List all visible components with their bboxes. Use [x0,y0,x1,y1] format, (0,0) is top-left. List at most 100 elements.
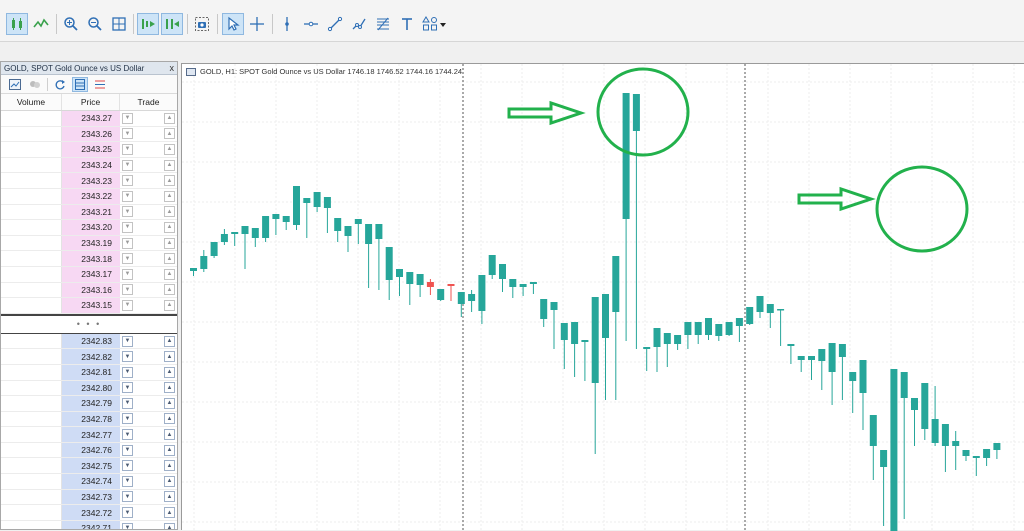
buy-arrow-icon[interactable]: ▲ [164,268,175,280]
price-column-header[interactable]: Price [62,94,120,110]
pitchfork-icon[interactable] [348,13,370,35]
dom-center-icon[interactable] [52,77,68,92]
bullish-candle[interactable] [468,294,476,301]
sell-arrow-icon[interactable]: ▼ [122,491,133,503]
bullish-candle[interactable] [499,264,506,279]
sell-arrow-icon[interactable]: ▼ [122,444,133,456]
bullish-candle[interactable] [457,292,465,304]
bullish-candle[interactable] [715,324,723,336]
bullish-candle[interactable] [519,284,527,287]
bullish-candle[interactable] [375,224,383,239]
bullish-candle[interactable] [725,322,733,335]
bullish-candle[interactable] [653,328,661,347]
bullish-candle[interactable] [849,372,857,381]
bullish-candle[interactable] [952,441,960,446]
bullish-candle[interactable] [365,224,373,244]
text-tool-icon[interactable] [396,13,418,35]
bullish-candle[interactable] [488,255,496,275]
buy-arrow-icon[interactable]: ▲ [164,460,175,472]
bullish-candle[interactable] [540,299,548,319]
bullish-candle[interactable] [241,226,249,234]
sell-arrow-icon[interactable]: ▼ [122,143,133,155]
sell-arrow-icon[interactable]: ▼ [122,221,133,233]
sell-arrow-icon[interactable]: ▼ [122,112,133,124]
sell-arrow-icon[interactable]: ▼ [122,268,133,280]
candlestick-chart[interactable] [182,64,1024,531]
bullish-candle[interactable] [674,335,682,344]
bullish-candle[interactable] [571,322,579,344]
bullish-candle[interactable] [632,94,640,131]
bullish-candle[interactable] [931,419,939,443]
buy-arrow-icon[interactable]: ▲ [164,444,175,456]
sell-arrow-icon[interactable]: ▼ [122,460,133,472]
buy-arrow-icon[interactable]: ▲ [164,284,175,296]
chart-shift-icon[interactable] [161,13,183,35]
cursor-icon[interactable] [222,13,244,35]
dom-ticks-icon[interactable] [27,77,43,92]
bullish-candle[interactable] [200,256,208,269]
bullish-candle[interactable] [560,323,568,340]
bullish-candle[interactable] [550,302,558,310]
bullish-candle[interactable] [396,269,403,277]
buy-arrow-icon[interactable]: ▲ [164,159,175,171]
bullish-candle[interactable] [602,294,609,338]
bullish-candle[interactable] [746,307,754,324]
buy-arrow-icon[interactable]: ▲ [164,491,175,503]
sell-arrow-icon[interactable]: ▼ [122,206,133,218]
sell-arrow-icon[interactable]: ▼ [122,351,133,363]
sell-arrow-icon[interactable]: ▼ [122,335,133,347]
bullish-candle[interactable] [921,383,929,429]
close-icon[interactable]: x [170,63,175,73]
buy-arrow-icon[interactable]: ▲ [164,253,175,265]
bullish-candle[interactable] [313,192,321,207]
sell-arrow-icon[interactable]: ▼ [122,175,133,187]
bullish-candle[interactable] [385,247,393,280]
buy-arrow-icon[interactable]: ▲ [164,221,175,233]
sell-arrow-icon[interactable]: ▼ [122,397,133,409]
candlestick-chart-icon[interactable] [6,13,28,35]
bullish-candle[interactable] [797,356,805,360]
sell-arrow-icon[interactable]: ▼ [122,284,133,296]
buy-arrow-icon[interactable]: ▲ [164,143,175,155]
horizontal-line-icon[interactable] [300,13,322,35]
bullish-candle[interactable] [828,343,836,372]
sell-arrow-icon[interactable]: ▼ [122,429,133,441]
bullish-candle[interactable] [509,279,517,287]
sell-arrow-icon[interactable]: ▼ [122,366,133,378]
buy-arrow-icon[interactable]: ▲ [164,206,175,218]
bullish-candle[interactable] [344,226,352,236]
bullish-candle[interactable] [591,297,599,383]
sell-arrow-icon[interactable]: ▼ [122,382,133,394]
sell-arrow-icon[interactable]: ▼ [122,253,133,265]
vertical-line-icon[interactable] [276,13,298,35]
bullish-candle[interactable] [231,232,239,234]
bullish-candle[interactable] [838,344,846,357]
bullish-candle[interactable] [694,322,702,335]
bullish-candle[interactable] [705,318,712,335]
bullish-candle[interactable] [900,372,908,398]
buy-arrow-icon[interactable]: ▲ [164,397,175,409]
dom-chart-mode-icon[interactable] [7,77,23,92]
buy-arrow-icon[interactable]: ▲ [164,351,175,363]
bullish-candle[interactable] [643,347,651,349]
bullish-candle[interactable] [622,93,630,219]
buy-arrow-icon[interactable]: ▲ [164,475,175,487]
screenshot-icon[interactable] [191,13,213,35]
bullish-candle[interactable] [220,234,228,242]
bullish-candle[interactable] [859,360,867,393]
bullish-candle[interactable] [756,296,764,312]
fibonacci-icon[interactable] [372,13,394,35]
line-chart-icon[interactable] [30,13,52,35]
bullish-candle[interactable] [880,450,888,467]
bullish-candle[interactable] [766,304,774,313]
bullish-candle[interactable] [911,398,918,410]
bullish-candle[interactable] [787,344,795,346]
bullish-candle[interactable] [416,274,424,285]
bullish-candle[interactable] [612,256,620,312]
sell-arrow-icon[interactable]: ▼ [122,128,133,140]
sell-arrow-icon[interactable]: ▼ [122,190,133,202]
zoom-out-icon[interactable] [84,13,106,35]
bullish-candle[interactable] [808,356,815,360]
buy-arrow-icon[interactable]: ▲ [164,507,175,519]
buy-arrow-icon[interactable]: ▲ [164,128,175,140]
